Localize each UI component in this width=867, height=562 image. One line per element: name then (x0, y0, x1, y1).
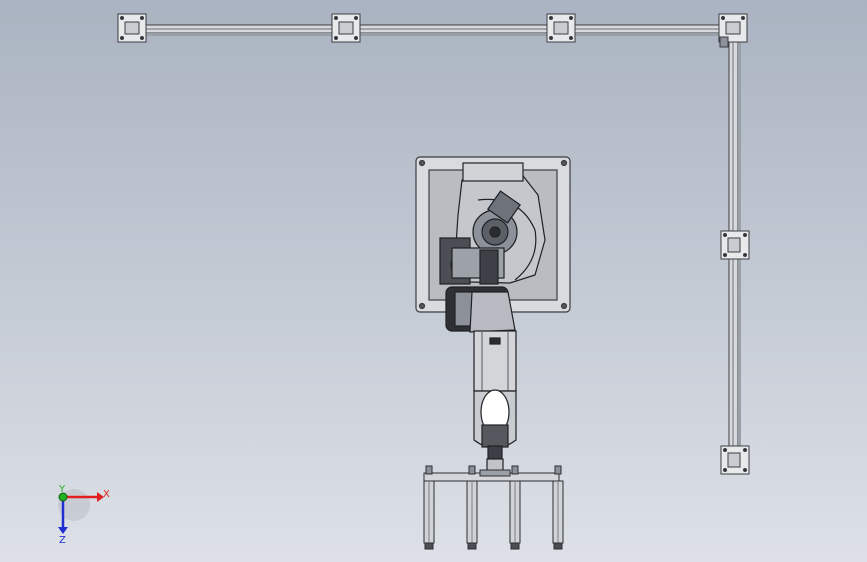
gripper-crossbar (423, 469, 560, 482)
bracket-right-bottom (720, 445, 750, 475)
bracket-top-1 (117, 13, 147, 43)
model-canvas[interactable]: X Y Z (0, 0, 867, 562)
y-axis-label: Y (58, 484, 66, 495)
bracket-right-mid (720, 230, 750, 260)
z-axis-arrowhead (58, 527, 68, 534)
cad-viewport[interactable]: X Y Z (0, 0, 867, 562)
z-axis-label: Z (59, 535, 66, 546)
bracket-corner (718, 13, 748, 48)
view-triad[interactable]: X Y Z (58, 484, 110, 546)
bracket-top-2 (331, 13, 361, 43)
x-axis-label: X (103, 489, 110, 500)
bracket-top-3 (546, 13, 576, 43)
top-rail (119, 24, 743, 36)
